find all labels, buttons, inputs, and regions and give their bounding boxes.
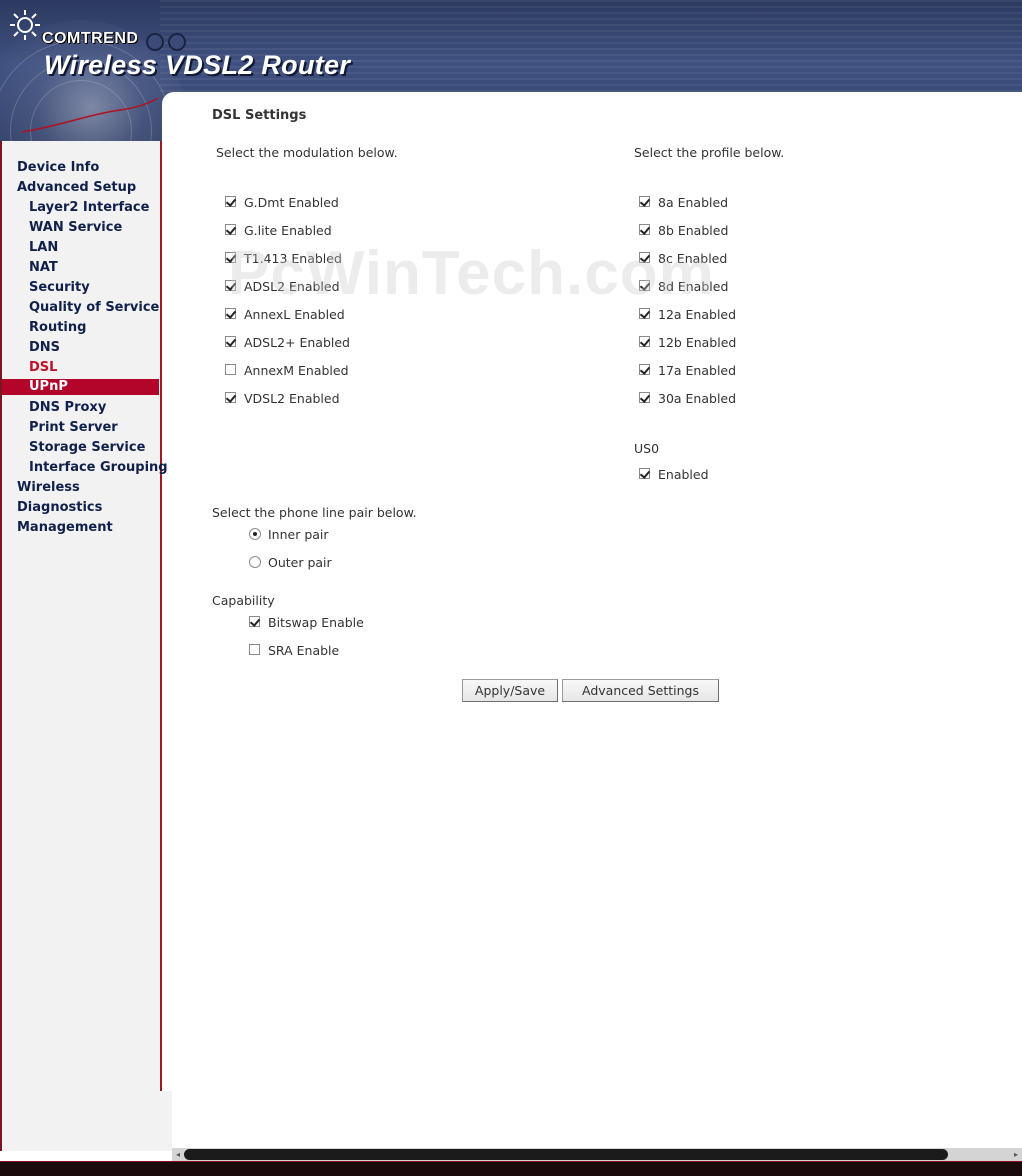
- scroll-left-icon[interactable]: ◂: [172, 1148, 184, 1161]
- advanced-settings-button[interactable]: Advanced Settings: [562, 679, 719, 702]
- product-title: Wireless VDSL2 Router: [44, 50, 351, 80]
- horizontal-scrollbar[interactable]: ◂ ▸: [172, 1148, 1022, 1161]
- phone-line-pair-label: Outer pair: [268, 555, 332, 570]
- sidebar-item-nat[interactable]: NAT: [2, 259, 159, 276]
- profile-option-checkbox[interactable]: [639, 280, 650, 291]
- bottom-bar-line: [0, 1161, 1022, 1162]
- profile-option-label: 8b Enabled: [658, 223, 729, 238]
- us0-heading: US0: [634, 441, 660, 456]
- capability-option-label: SRA Enable: [268, 643, 340, 658]
- sidebar-bottom: [2, 1091, 172, 1151]
- profile-option-label: 8d Enabled: [658, 279, 729, 294]
- modulation-option-checkbox[interactable]: [225, 364, 236, 375]
- phone-line-pair-radio[interactable]: [249, 556, 261, 568]
- modulation-option-checkbox[interactable]: [225, 280, 236, 291]
- modulation-prompt: Select the modulation below.: [216, 145, 398, 160]
- phone-line-pair-radio[interactable]: [249, 528, 261, 540]
- modulation-option-label: G.Dmt Enabled: [244, 195, 339, 210]
- profile-option-label: 12b Enabled: [658, 335, 737, 350]
- us0-enabled-checkbox[interactable]: [639, 468, 650, 479]
- sidebar-item-lan[interactable]: LAN: [2, 239, 159, 256]
- modulation-option-label: ADSL2+ Enabled: [244, 335, 350, 350]
- sidebar-item-interface-grouping[interactable]: Interface Grouping: [2, 459, 168, 476]
- capability-heading: Capability: [212, 593, 275, 608]
- modulation-option-checkbox[interactable]: [225, 392, 236, 403]
- phone-line-pair-label: Inner pair: [268, 527, 329, 542]
- profile-option-label: 8c Enabled: [658, 251, 728, 266]
- sidebar-item-quality-of-service[interactable]: Quality of Service: [2, 299, 159, 316]
- sidebar-item-device-info[interactable]: Device Info: [2, 159, 159, 176]
- phone-line-prompt: Select the phone line pair below.: [212, 505, 417, 520]
- brand-sun-icon: [10, 10, 40, 40]
- sidebar-item-dsl[interactable]: DSL: [2, 359, 159, 376]
- capability-option-checkbox[interactable]: [249, 616, 260, 627]
- modulation-option-checkbox[interactable]: [225, 252, 236, 263]
- modulation-option-checkbox[interactable]: [225, 196, 236, 207]
- profile-option-checkbox[interactable]: [639, 252, 650, 263]
- modulation-option-checkbox[interactable]: [225, 336, 236, 347]
- modulation-option-label: AnnexL Enabled: [244, 307, 345, 322]
- profile-option-checkbox[interactable]: [639, 308, 650, 319]
- modulation-option-label: G.lite Enabled: [244, 223, 332, 238]
- sidebar-item-layer2-interface[interactable]: Layer2 Interface: [2, 199, 159, 216]
- sidebar-item-upnp[interactable]: UPnP: [2, 379, 159, 395]
- profile-option-label: 12a Enabled: [658, 307, 737, 322]
- bottom-bar: [0, 1161, 1022, 1176]
- profile-option-label: 30a Enabled: [658, 391, 737, 406]
- sidebar-item-storage-service[interactable]: Storage Service: [2, 439, 159, 456]
- modulation-option-label: AnnexM Enabled: [244, 363, 349, 378]
- sidebar-item-wan-service[interactable]: WAN Service: [2, 219, 159, 236]
- modulation-option-checkbox[interactable]: [225, 224, 236, 235]
- sidebar-item-management[interactable]: Management: [2, 519, 159, 536]
- modulation-option-label: ADSL2 Enabled: [244, 279, 340, 294]
- capability-option-checkbox[interactable]: [249, 644, 260, 655]
- profile-option-checkbox[interactable]: [639, 336, 650, 347]
- capability-option-label: Bitswap Enable: [268, 615, 364, 630]
- sidebar-item-diagnostics[interactable]: Diagnostics: [2, 499, 159, 516]
- scroll-right-icon[interactable]: ▸: [1010, 1148, 1022, 1161]
- scrollbar-thumb[interactable]: [184, 1149, 948, 1160]
- sidebar-item-wireless[interactable]: Wireless: [2, 479, 159, 496]
- us0-enabled-label: Enabled: [658, 467, 709, 482]
- sidebar-item-routing[interactable]: Routing: [2, 319, 159, 336]
- banner-accent-swoosh: [21, 97, 159, 133]
- profile-option-checkbox[interactable]: [639, 392, 650, 403]
- profile-option-label: 8a Enabled: [658, 195, 729, 210]
- profile-option-checkbox[interactable]: [639, 224, 650, 235]
- profile-option-checkbox[interactable]: [639, 196, 650, 207]
- modulation-option-label: VDSL2 Enabled: [244, 391, 340, 406]
- watermark: PcWinTech.com: [228, 239, 715, 308]
- sidebar-item-dns-proxy[interactable]: DNS Proxy: [2, 399, 159, 416]
- modulation-option-label: T1.413 Enabled: [244, 251, 342, 266]
- profile-option-label: 17a Enabled: [658, 363, 737, 378]
- brand-name: COMTREND: [42, 30, 139, 47]
- profile-option-checkbox[interactable]: [639, 364, 650, 375]
- sidebar-item-dns[interactable]: DNS: [2, 339, 159, 356]
- sidebar-item-security[interactable]: Security: [2, 279, 159, 296]
- sidebar-item-print-server[interactable]: Print Server: [2, 419, 159, 436]
- modulation-option-checkbox[interactable]: [225, 308, 236, 319]
- page-title: DSL Settings: [212, 108, 307, 123]
- profile-prompt: Select the profile below.: [634, 145, 785, 160]
- sidebar-item-advanced-setup[interactable]: Advanced Setup: [2, 179, 159, 196]
- apply-save-button[interactable]: Apply/Save: [462, 679, 558, 702]
